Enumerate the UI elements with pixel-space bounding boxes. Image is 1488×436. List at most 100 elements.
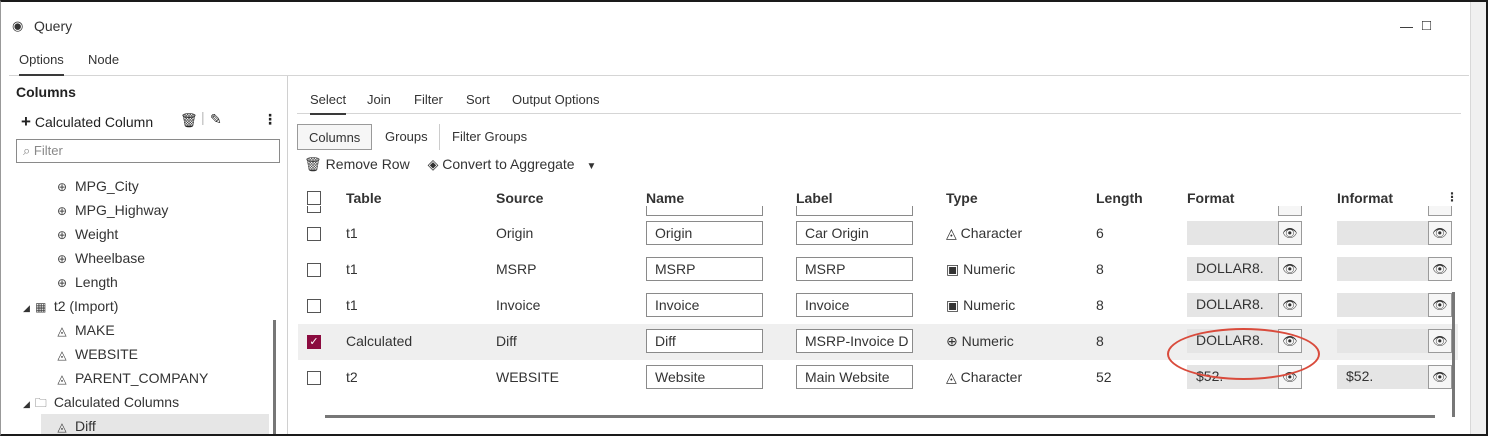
tab-output-options[interactable]: Output Options xyxy=(512,92,599,107)
header-table[interactable]: Table xyxy=(346,190,382,206)
filter-input[interactable]: ⌕ Filter xyxy=(16,139,280,163)
top-tabs: Options Node xyxy=(9,46,1469,76)
pencil-icon[interactable]: ✎ xyxy=(210,111,222,128)
remove-row-button[interactable]: 🗑 Remove Row xyxy=(304,156,414,172)
binoculars-icon[interactable]: 👁 xyxy=(1428,365,1452,389)
tab-filter[interactable]: Filter xyxy=(414,92,443,107)
tree-item[interactable]: ⊕ Weight xyxy=(55,226,118,242)
tree-item[interactable]: ⊕ MPG_City xyxy=(55,178,139,194)
columns-heading: Columns xyxy=(16,84,76,100)
grid-vertical-scrollbar[interactable] xyxy=(1452,292,1455,417)
convert-to-aggregate-button[interactable]: ◈ Convert to Aggregate ▼ xyxy=(428,156,597,172)
character-icon: ◬ xyxy=(57,372,67,386)
binoculars-icon[interactable]: 👁 xyxy=(1428,257,1452,281)
binoculars-icon[interactable]: 👁 xyxy=(1278,221,1302,245)
binoculars-icon[interactable]: 👁 xyxy=(1278,257,1302,281)
type-label: Numeric xyxy=(963,261,1016,277)
column-options-icon[interactable]: ⋮ xyxy=(1446,190,1458,204)
more-options-icon[interactable]: ⋮ xyxy=(263,111,277,128)
select-all-checkbox[interactable] xyxy=(307,191,321,205)
cell-type: ▣ Numeric xyxy=(946,261,1015,278)
grid-horizontal-scrollbar[interactable] xyxy=(325,415,1435,418)
row-checkbox[interactable] xyxy=(307,371,321,385)
collapse-arrow-icon[interactable]: ◢ xyxy=(23,303,30,313)
tab-node[interactable]: Node xyxy=(88,52,119,67)
header-length[interactable]: Length xyxy=(1096,190,1143,206)
tree-item[interactable]: ⊕ MPG_Highway xyxy=(55,202,168,218)
header-name[interactable]: Name xyxy=(646,190,684,206)
trash-icon[interactable]: 🗑 xyxy=(180,112,198,129)
informat-field[interactable]: $52. xyxy=(1337,365,1428,389)
add-calculated-column-button[interactable]: + Calculated Column xyxy=(21,112,153,132)
informat-field[interactable] xyxy=(1337,329,1428,353)
header-informat[interactable]: Informat xyxy=(1337,190,1393,206)
aggregate-icon: ◈ xyxy=(427,156,439,172)
binoculars-icon[interactable]: 👁 xyxy=(1278,293,1302,317)
label-input[interactable]: Car Origin xyxy=(796,221,913,245)
seg-filter-groups[interactable]: Filter Groups xyxy=(441,124,538,150)
tree-item-diff[interactable]: ◬ Diff xyxy=(55,418,95,434)
row-checkbox[interactable] xyxy=(307,299,321,313)
table-row[interactable]: t1 Origin Origin Car Origin ◬ Character … xyxy=(298,216,1458,252)
name-input[interactable]: Diff xyxy=(646,329,763,353)
filter-placeholder: Filter xyxy=(33,143,63,158)
add-calculated-column-label: Calculated Column xyxy=(34,114,154,130)
minimize-icon[interactable]: — xyxy=(1400,19,1413,34)
format-field[interactable]: DOLLAR8. xyxy=(1187,257,1278,281)
tab-sort[interactable]: Sort xyxy=(466,92,490,107)
tab-options[interactable]: Options xyxy=(19,52,64,76)
label-input[interactable]: Invoice xyxy=(796,293,913,317)
tree-item-label: t2 (Import) xyxy=(53,298,119,314)
label-input[interactable] xyxy=(796,206,913,216)
numeric-icon: ⊕ xyxy=(56,276,68,290)
tab-select[interactable]: Select xyxy=(310,92,347,115)
cell-table: t1 xyxy=(346,261,358,277)
label-input[interactable]: Main Website xyxy=(796,365,913,389)
tree-item[interactable]: ◬ MAKE xyxy=(55,322,115,338)
table-row[interactable]: t1 MSRP MSRP MSRP ▣ Numeric 8 DOLLAR8. 👁… xyxy=(298,252,1458,288)
format-picker-button[interactable] xyxy=(1278,206,1302,216)
binoculars-icon[interactable]: 👁 xyxy=(1428,293,1452,317)
format-field[interactable]: DOLLAR8. xyxy=(1187,293,1278,317)
name-input[interactable]: MSRP xyxy=(646,257,763,281)
type-label: Character xyxy=(960,369,1023,385)
header-source[interactable]: Source xyxy=(496,190,543,206)
informat-field[interactable] xyxy=(1337,293,1428,317)
header-format[interactable]: Format xyxy=(1187,190,1234,206)
name-input[interactable]: Origin xyxy=(646,221,763,245)
outer-scrollbar[interactable] xyxy=(1470,2,1486,434)
maximize-icon[interactable]: □ xyxy=(1422,17,1431,34)
name-input[interactable] xyxy=(646,206,763,216)
table-row[interactable]: t1 Invoice Invoice Invoice ▣ Numeric 8 D… xyxy=(298,288,1458,324)
informat-field[interactable] xyxy=(1337,221,1428,245)
tree-item-label: MAKE xyxy=(75,322,115,338)
tree-item[interactable]: ⊕ Length xyxy=(55,274,118,290)
seg-columns[interactable]: Columns xyxy=(297,124,373,150)
tree-item[interactable]: ◬ PARENT_COMPANY xyxy=(55,370,208,386)
informat-field[interactable] xyxy=(1337,257,1428,281)
row-checkbox[interactable]: ✓ xyxy=(307,335,321,349)
label-input[interactable]: MSRP-Invoice D xyxy=(796,329,913,353)
header-label[interactable]: Label xyxy=(796,190,833,206)
trash-icon: 🗑 xyxy=(304,156,322,172)
name-input[interactable]: Website xyxy=(646,365,763,389)
informat-picker-button[interactable] xyxy=(1428,206,1452,216)
collapse-arrow-icon[interactable]: ◢ xyxy=(23,399,30,409)
row-checkbox[interactable] xyxy=(307,206,321,213)
tree-item[interactable]: ⊕ Wheelbase xyxy=(55,250,145,266)
tree-scrollbar[interactable] xyxy=(273,320,276,434)
binoculars-icon[interactable]: 👁 xyxy=(1428,329,1452,353)
name-input[interactable]: Invoice xyxy=(646,293,763,317)
row-checkbox[interactable] xyxy=(307,227,321,241)
row-checkbox[interactable] xyxy=(307,263,321,277)
header-type[interactable]: Type xyxy=(946,190,978,206)
tree-item[interactable]: ◬ WEBSITE xyxy=(55,346,138,362)
tab-join[interactable]: Join xyxy=(367,92,391,107)
binoculars-icon[interactable]: 👁 xyxy=(1428,221,1452,245)
format-field[interactable] xyxy=(1187,221,1278,245)
label-input[interactable]: MSRP xyxy=(796,257,913,281)
tree-item-calculated-columns[interactable]: ◢ 🗀 Calculated Columns xyxy=(23,394,179,415)
tree-item-t2[interactable]: ◢ ▦ t2 (Import) xyxy=(23,298,118,314)
seg-groups[interactable]: Groups xyxy=(374,124,440,150)
cell-length: 8 xyxy=(1096,333,1104,349)
